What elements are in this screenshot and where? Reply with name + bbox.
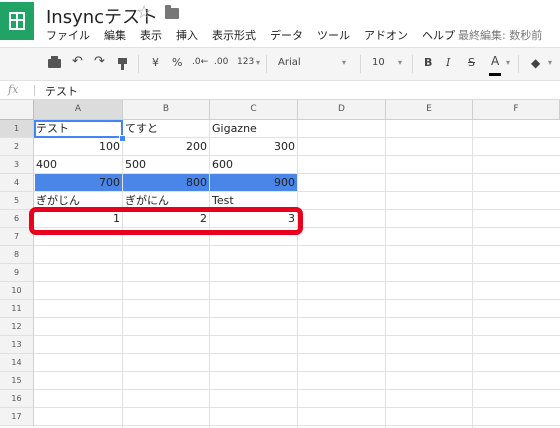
- row-header-11[interactable]: 11: [0, 300, 34, 318]
- decrease-decimal-button[interactable]: .0←: [192, 57, 208, 67]
- column-header-c[interactable]: C: [210, 100, 298, 120]
- row-header-14[interactable]: 14: [0, 354, 34, 372]
- cell-a2[interactable]: 100: [34, 138, 122, 156]
- menu-view[interactable]: 表示: [140, 27, 162, 43]
- cell-c3[interactable]: 600: [210, 156, 297, 174]
- cell-b1[interactable]: てすと: [123, 120, 209, 138]
- increase-decimal-button[interactable]: .00: [214, 57, 228, 67]
- menu-format[interactable]: 表示形式: [212, 27, 256, 43]
- row-header-9[interactable]: 9: [0, 264, 34, 282]
- column-header-b[interactable]: B: [123, 100, 210, 120]
- cell-b2[interactable]: 200: [123, 138, 209, 156]
- header: Insyncテスト ☆ ファイル 編集 表示 挿入 表示形式 データ ツール ア…: [0, 0, 560, 47]
- row-header-16[interactable]: 16: [0, 390, 34, 408]
- sheets-logo-icon[interactable]: [0, 2, 34, 40]
- formula-input[interactable]: テスト: [45, 83, 78, 99]
- formula-bar: fx テスト: [0, 81, 560, 100]
- undo-icon[interactable]: ↶: [72, 54, 83, 69]
- menu-addons[interactable]: アドオン: [364, 27, 408, 43]
- column-header-a[interactable]: A: [34, 100, 123, 120]
- cell-a4[interactable]: 700: [34, 174, 122, 192]
- fill-handle[interactable]: [119, 135, 126, 142]
- menu-insert[interactable]: 挿入: [176, 27, 198, 43]
- font-size-dropdown-icon: ▾: [398, 58, 403, 67]
- row-header-8[interactable]: 8: [0, 246, 34, 264]
- cell-c2[interactable]: 300: [210, 138, 297, 156]
- text-color-swatch: [489, 73, 501, 76]
- cell-c1[interactable]: Gigazne: [210, 120, 297, 138]
- row-header-15[interactable]: 15: [0, 372, 34, 390]
- folder-icon[interactable]: [165, 5, 179, 19]
- font-size-select[interactable]: 10: [372, 57, 385, 68]
- font-family-select[interactable]: Arial: [278, 57, 301, 68]
- cell-a3[interactable]: 400: [34, 156, 122, 174]
- menu-help[interactable]: ヘルプ: [422, 27, 455, 43]
- row-header-1[interactable]: 1: [0, 120, 34, 138]
- fx-icon: fx: [8, 83, 19, 96]
- column-header-f[interactable]: F: [473, 100, 560, 120]
- row-header-3[interactable]: 3: [0, 156, 34, 174]
- menu-edit[interactable]: 編集: [104, 27, 126, 43]
- more-formats-button[interactable]: 123: [237, 57, 254, 67]
- font-dropdown-icon: ▾: [342, 58, 347, 67]
- menu-bar: ファイル 編集 表示 挿入 表示形式 データ ツール アドオン ヘルプ: [46, 27, 469, 43]
- row-header-10[interactable]: 10: [0, 282, 34, 300]
- menu-tools[interactable]: ツール: [317, 27, 350, 43]
- row-header-12[interactable]: 12: [0, 318, 34, 336]
- cell-b4[interactable]: 800: [123, 174, 209, 192]
- row-header-13[interactable]: 13: [0, 336, 34, 354]
- menu-file[interactable]: ファイル: [46, 27, 90, 43]
- redo-icon[interactable]: ↷: [94, 54, 105, 69]
- text-color-button[interactable]: A: [491, 54, 499, 68]
- row-header-17[interactable]: 17: [0, 408, 34, 426]
- more-formats-dropdown-icon: ▾: [256, 58, 261, 67]
- last-edit-status[interactable]: 最終編集: 数秒前: [458, 27, 542, 43]
- fill-color-dropdown-icon: ▾: [548, 58, 553, 67]
- highlight-annotation: [29, 207, 303, 235]
- row-header-2[interactable]: 2: [0, 138, 34, 156]
- strikethrough-button[interactable]: S: [468, 56, 475, 69]
- fill-color-icon[interactable]: ◆: [531, 56, 540, 70]
- italic-button[interactable]: I: [446, 56, 450, 69]
- text-color-dropdown-icon: ▾: [506, 58, 511, 67]
- column-header-d[interactable]: D: [298, 100, 386, 120]
- menu-data[interactable]: データ: [270, 27, 303, 43]
- active-cell-border: [34, 120, 123, 138]
- star-icon[interactable]: ☆: [136, 2, 152, 23]
- spreadsheet-grid[interactable]: A B C D E F 1 2 3 4 5 6 7 8 9 10 11 12 1…: [0, 100, 560, 428]
- toolbar: ↶ ↷ ¥ % .0← .00 123 ▾ Arial ▾ 10 ▾ B I S…: [0, 47, 560, 81]
- percent-format-button[interactable]: %: [172, 56, 182, 69]
- row-header-5[interactable]: 5: [0, 192, 34, 210]
- column-header-e[interactable]: E: [386, 100, 473, 120]
- print-icon[interactable]: [48, 56, 61, 68]
- cell-c4[interactable]: 900: [210, 174, 297, 192]
- select-all-corner[interactable]: [0, 100, 34, 120]
- cell-b3[interactable]: 500: [123, 156, 209, 174]
- paint-format-icon[interactable]: [118, 58, 127, 70]
- currency-format-button[interactable]: ¥: [152, 56, 159, 69]
- bold-button[interactable]: B: [424, 56, 432, 69]
- row-header-4[interactable]: 4: [0, 174, 34, 192]
